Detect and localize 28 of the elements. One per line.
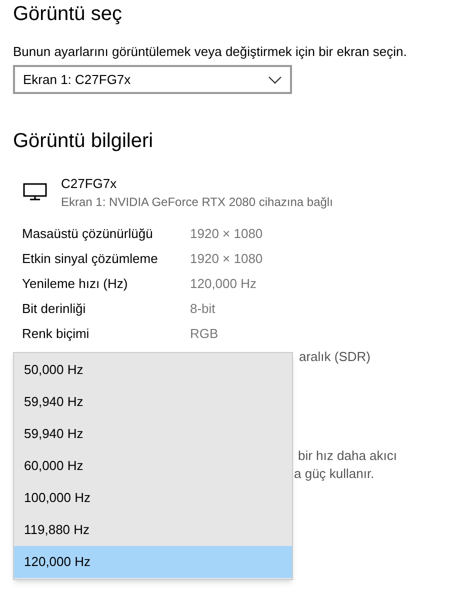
menu-item[interactable]: 59,940 Hz — [14, 386, 292, 418]
info-label: Yenileme hızı (Hz) — [22, 274, 129, 293]
info-value: 1920 × 1080 — [190, 250, 263, 268]
info-label: Bit derinliği — [22, 300, 87, 318]
monitor-name: C27FG7x — [61, 175, 118, 193]
info-value: 1920 × 1080 — [190, 224, 263, 243]
info-value: RGB — [190, 324, 218, 343]
menu-item[interactable]: 120,000 Hz — [14, 546, 292, 578]
menu-item[interactable]: 119,880 Hz — [14, 514, 292, 546]
partial-text: bir hız daha akıcı — [298, 447, 398, 465]
display-dropdown[interactable]: Ekran 1: C27FG7x — [13, 65, 292, 94]
partial-text: a güç kullanır. — [294, 465, 376, 483]
partial-text: aralık (SDR) — [299, 348, 372, 366]
monitor-icon — [23, 183, 47, 201]
menu-item[interactable]: 50,000 Hz — [14, 354, 292, 386]
description-text: Bunun ayarlarını görüntülemek veya değiştirmek için bir ekran seçin. — [13, 43, 408, 61]
menu-item[interactable]: 100,000 Hz — [14, 482, 292, 514]
info-value: 120,000 Hz — [190, 274, 256, 293]
menu-item[interactable]: 59,940 Hz — [14, 418, 292, 450]
info-value: 8-bit — [190, 300, 216, 318]
info-label: Renk biçimi — [22, 324, 90, 343]
menu-item[interactable]: 60,000 Hz — [14, 450, 292, 482]
section-heading: Görüntü bilgileri — [13, 129, 154, 153]
section-heading: Görüntü seç — [13, 2, 123, 27]
monitor-subtitle: Ekran 1: NVIDIA GeForce RTX 2080 cihazına bağlı — [61, 194, 333, 211]
info-label: Masaüstü çözünürlüğü — [22, 224, 154, 243]
chevron-down-icon — [268, 76, 282, 84]
info-label: Etkin sinyal çözümleme — [22, 250, 159, 268]
